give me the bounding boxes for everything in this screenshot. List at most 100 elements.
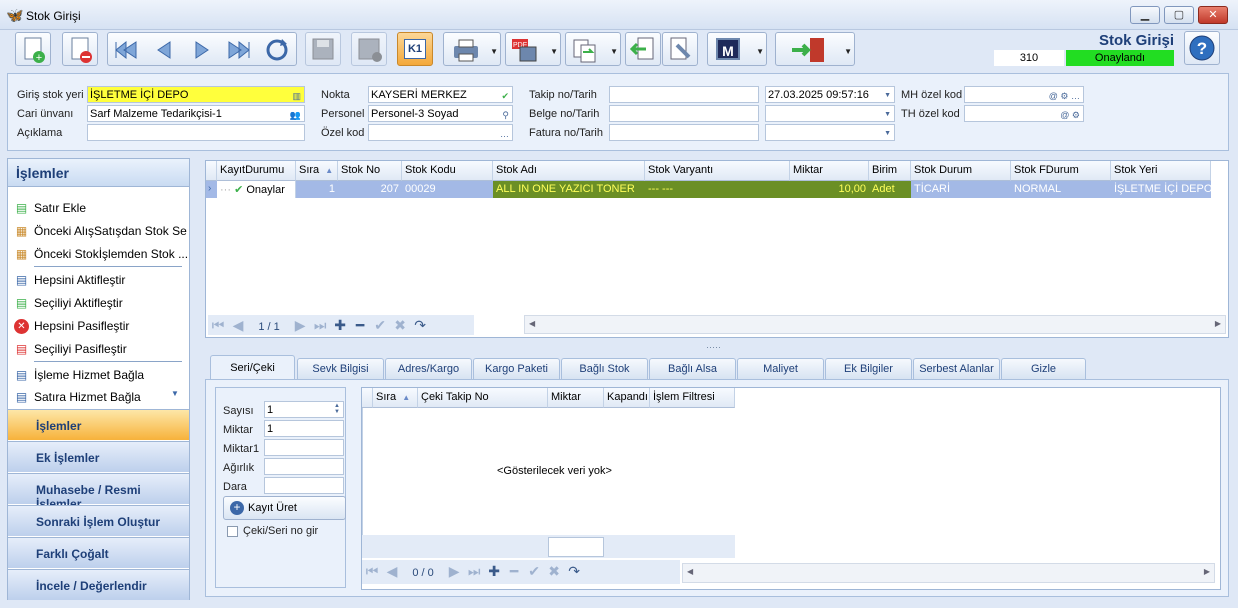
cancel-icon[interactable]: ✖ bbox=[390, 317, 410, 334]
person-search-icon[interactable]: ⚲ bbox=[502, 108, 509, 121]
save-button[interactable] bbox=[305, 32, 341, 66]
refresh-icon[interactable]: ↷ bbox=[410, 317, 430, 334]
scroll-left-icon[interactable]: ◀ bbox=[529, 319, 535, 328]
spin-icon[interactable]: ▲ ▼ bbox=[334, 403, 340, 415]
close-button[interactable]: ✕ bbox=[1198, 6, 1228, 24]
chevron-down-icon[interactable]: ▼ bbox=[884, 108, 891, 121]
col-miktar[interactable]: Miktar bbox=[548, 388, 604, 408]
copy-button[interactable]: ▼ bbox=[565, 32, 621, 66]
prev-icon[interactable] bbox=[150, 39, 178, 61]
next-icon[interactable]: ▶ bbox=[290, 317, 310, 334]
nokta-field[interactable]: KAYSERİ MERKEZ ✔ bbox=[368, 86, 513, 103]
last-icon[interactable]: ⏭ bbox=[464, 563, 484, 580]
scroll-left-icon[interactable]: ◀ bbox=[687, 567, 693, 576]
ozel-kod-field[interactable]: … bbox=[368, 124, 513, 141]
cancel-icon[interactable]: ✖ bbox=[544, 563, 564, 580]
last-icon[interactable]: ⏭ bbox=[310, 317, 330, 334]
tab-gizle[interactable]: Gizle bbox=[1001, 358, 1086, 379]
sayisi-field[interactable]: 1 ▲ ▼ bbox=[264, 401, 344, 418]
hepsini-pasiflestir-item[interactable]: ✕ Hepsini Pasifleştir bbox=[12, 316, 187, 338]
next-icon[interactable]: ▶ bbox=[444, 563, 464, 580]
tools-button[interactable] bbox=[662, 32, 698, 66]
chevron-down-icon[interactable]: ▼ bbox=[756, 47, 764, 56]
seciliyi-pasiflestir-item[interactable]: ▤ Seçiliyi Pasifleştir bbox=[12, 339, 187, 361]
col-stok-no[interactable]: Stok No bbox=[338, 161, 402, 181]
aciklama-field[interactable] bbox=[87, 124, 305, 141]
pdf-export-button[interactable]: PDF ▼ bbox=[505, 32, 561, 66]
col-birim[interactable]: Birim bbox=[869, 161, 911, 181]
cari-unvani-field[interactable]: Sarf Malzeme Tedarikçisi-1 👥 bbox=[87, 105, 305, 122]
col-kayit-durumu[interactable]: KayıtDurumu bbox=[217, 161, 296, 181]
chevron-down-icon[interactable]: ▼ bbox=[844, 47, 852, 56]
confirm-icon[interactable]: ✔ bbox=[524, 563, 544, 580]
seciliyi-aktiflestir-item[interactable]: ▤ Seçiliyi Aktifleştir bbox=[12, 293, 187, 315]
satira-hizmet-bagla-item[interactable]: ▤ Satıra Hizmet Bağla bbox=[12, 387, 187, 409]
nav-ek-islemler[interactable]: Ek İşlemler bbox=[8, 441, 189, 472]
satir-ekle-item[interactable]: ▤ Satır Ekle bbox=[12, 198, 187, 220]
personel-field[interactable]: Personel-3 Soyad ⚲ bbox=[368, 105, 513, 122]
onceki-stokislem-item[interactable]: ▦ Önceki Stokİşlemden Stok ... bbox=[12, 244, 187, 266]
col-sira[interactable]: Sıra ▲ bbox=[373, 388, 418, 408]
isleme-hizmet-bagla-item[interactable]: ▤ İşleme Hizmet Bağla bbox=[12, 365, 187, 387]
confirm-icon[interactable]: ✔ bbox=[370, 317, 390, 334]
at-icon[interactable]: @ ⚙ bbox=[1060, 108, 1080, 121]
remove-icon[interactable]: ━ bbox=[350, 317, 370, 334]
agirlik-field[interactable] bbox=[264, 458, 344, 475]
barcode-icon[interactable]: ▥ bbox=[292, 89, 301, 102]
onceki-alissatis-item[interactable]: ▦ Önceki AlışSatışdan Stok Seç bbox=[12, 221, 187, 243]
takip-tarih-field[interactable]: 27.03.2025 09:57:16 ▼ bbox=[765, 86, 895, 103]
at-icon[interactable]: @ ⚙ … bbox=[1049, 89, 1080, 102]
refresh-icon[interactable] bbox=[262, 37, 292, 63]
tab-bagli-stok[interactable]: Bağlı Stok bbox=[561, 358, 648, 379]
tab-sevk-bilgisi[interactable]: Sevk Bilgisi bbox=[297, 358, 384, 379]
tab-kargo-paketi[interactable]: Kargo Paketi bbox=[473, 358, 560, 379]
nav-incele[interactable]: İncele / Değerlendir bbox=[8, 569, 189, 600]
nav-farkli-cogalt[interactable]: Farklı Çoğalt bbox=[8, 537, 189, 568]
giris-stok-yeri-field[interactable]: İŞLETME İÇİ DEPO ▥ bbox=[87, 86, 305, 103]
col-stok-adi[interactable]: Stok Adı bbox=[493, 161, 645, 181]
users-icon[interactable]: 👥 bbox=[290, 108, 301, 121]
exit-button[interactable]: ▼ bbox=[775, 32, 855, 66]
prev-icon[interactable]: ◀ bbox=[382, 563, 402, 580]
minimize-button[interactable]: ▁ bbox=[1130, 6, 1160, 24]
remove-icon[interactable]: ━ bbox=[504, 563, 524, 580]
scroll-down-icon[interactable]: ▼ bbox=[171, 389, 179, 398]
col-miktar[interactable]: Miktar bbox=[790, 161, 869, 181]
hepsini-aktiflestir-item[interactable]: ▤ Hepsini Aktifleştir bbox=[12, 270, 187, 292]
m-button[interactable]: M ▼ bbox=[707, 32, 767, 66]
k1-button[interactable]: K1 bbox=[397, 32, 433, 66]
chevron-down-icon[interactable]: ▼ bbox=[610, 47, 618, 56]
col-sira[interactable]: Sıra ▲ bbox=[296, 161, 338, 181]
col-stok-yeri[interactable]: Stok Yeri bbox=[1111, 161, 1211, 181]
nav-sonraki-islem[interactable]: Sonraki İşlem Oluştur bbox=[8, 505, 189, 536]
last-icon[interactable] bbox=[225, 39, 253, 61]
first-icon[interactable] bbox=[112, 39, 140, 61]
col-stok-durum[interactable]: Stok Durum bbox=[911, 161, 1011, 181]
tab-adres-kargo[interactable]: Adres/Kargo bbox=[385, 358, 472, 379]
col-stok-varyanti[interactable]: Stok Varyantı bbox=[645, 161, 790, 181]
first-icon[interactable]: ⏮ bbox=[362, 563, 382, 580]
mh-ozel-kod-field[interactable]: @ ⚙ … bbox=[964, 86, 1084, 103]
table-row[interactable]: › ··· ✔ Onaylar 1 207 00029 ALL IN ONE Y… bbox=[206, 181, 1211, 198]
back-button[interactable] bbox=[625, 32, 661, 66]
col-islem-filtresi[interactable]: İşlem Filtresi bbox=[650, 388, 735, 408]
maximize-button[interactable]: ▢ bbox=[1164, 6, 1194, 24]
add-icon[interactable]: ✚ bbox=[484, 563, 504, 580]
help-button[interactable]: ? bbox=[1184, 31, 1220, 65]
belge-field[interactable] bbox=[609, 105, 759, 122]
nav-muhasebe[interactable]: Muhasebe / Resmi İşlemler bbox=[8, 473, 189, 511]
dara-field[interactable] bbox=[264, 477, 344, 494]
horizontal-scrollbar[interactable]: ◀ ▶ bbox=[682, 563, 1215, 583]
nav-islemler[interactable]: İşlemler bbox=[8, 409, 189, 440]
tab-ek-bilgiler[interactable]: Ek Bilgiler bbox=[825, 358, 912, 379]
tab-seri-ceki[interactable]: Seri/Çeki bbox=[210, 355, 295, 380]
belge-tarih-field[interactable]: ▼ bbox=[765, 105, 895, 122]
col-stok-fdurum[interactable]: Stok FDurum bbox=[1011, 161, 1111, 181]
fatura-tarih-field[interactable]: ▼ bbox=[765, 124, 895, 141]
scroll-right-icon[interactable]: ▶ bbox=[1204, 567, 1210, 576]
splitter-handle[interactable]: ····· bbox=[706, 342, 721, 352]
chevron-down-icon[interactable]: ▼ bbox=[550, 47, 558, 56]
add-icon[interactable]: ✚ bbox=[330, 317, 350, 334]
col-kapandi[interactable]: Kapandı bbox=[604, 388, 650, 408]
print-button[interactable]: ▼ bbox=[443, 32, 501, 66]
